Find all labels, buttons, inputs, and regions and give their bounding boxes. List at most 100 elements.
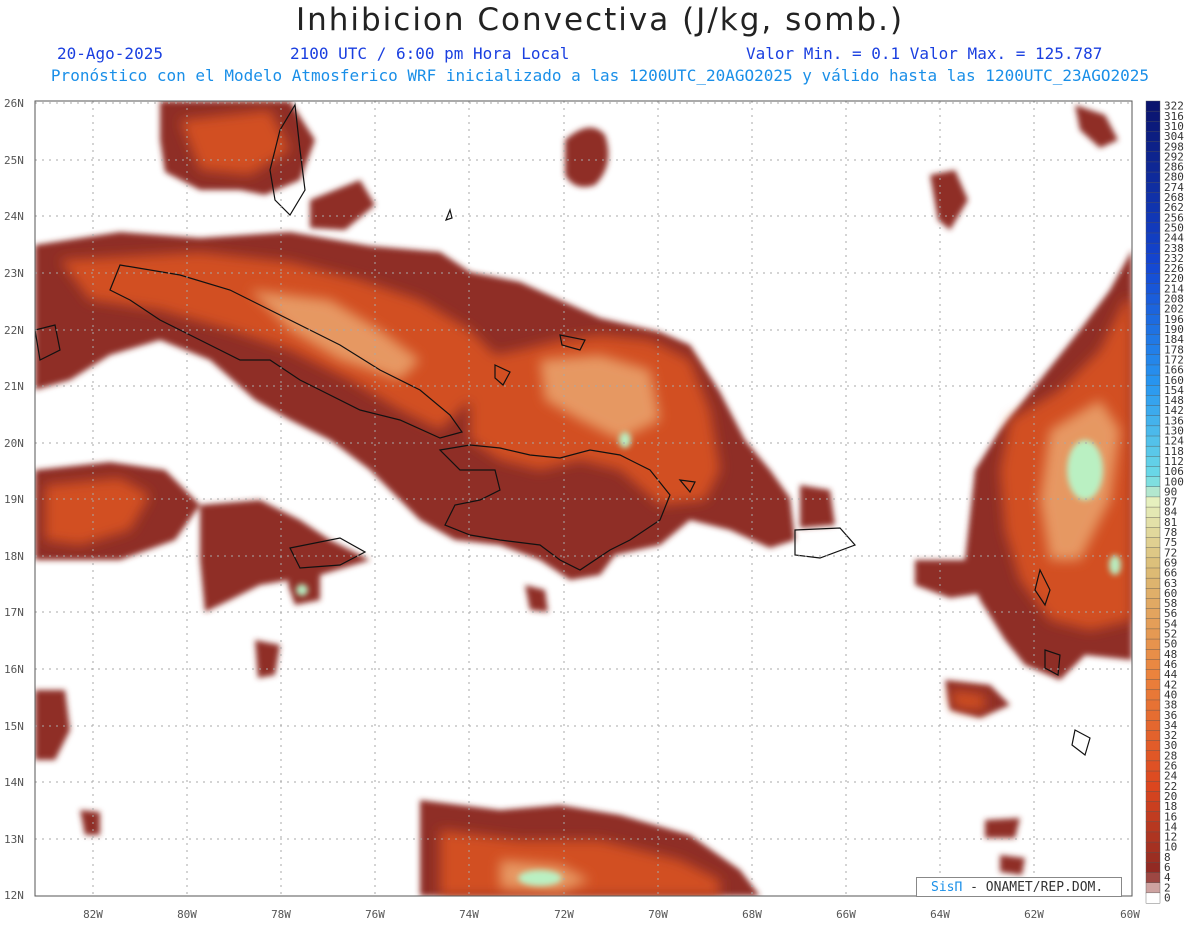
lat-label: 12N bbox=[4, 889, 24, 902]
colorbar-swatch bbox=[1145, 303, 1161, 315]
colorbar-swatch bbox=[1145, 151, 1161, 163]
colorbar-swatch bbox=[1145, 598, 1161, 610]
lon-label: 66W bbox=[836, 908, 856, 921]
colorbar-swatch bbox=[1145, 161, 1161, 173]
colorbar-swatch bbox=[1145, 527, 1161, 539]
sispi-logo: SisΠ bbox=[931, 880, 963, 895]
lat-label: 26N bbox=[4, 97, 24, 110]
colorbar-swatch bbox=[1145, 202, 1161, 214]
colorbar: 3223163103042982922862802742682622562502… bbox=[1145, 100, 1184, 905]
lon-label: 82W bbox=[83, 908, 103, 921]
colorbar-swatch bbox=[1145, 425, 1161, 437]
colorbar-swatch bbox=[1145, 801, 1161, 813]
colorbar-swatch bbox=[1145, 334, 1161, 346]
lon-label: 72W bbox=[554, 908, 574, 921]
colorbar-swatch bbox=[1145, 364, 1161, 376]
colorbar-swatch bbox=[1145, 192, 1161, 204]
lon-label: 74W bbox=[459, 908, 479, 921]
lon-label: 80W bbox=[177, 908, 197, 921]
lat-label: 17N bbox=[4, 606, 24, 619]
colorbar-swatch bbox=[1145, 506, 1161, 518]
colorbar-swatch bbox=[1145, 760, 1161, 772]
colorbar-swatch bbox=[1145, 699, 1161, 711]
colorbar-swatch bbox=[1145, 283, 1161, 295]
lat-label: 20N bbox=[4, 437, 24, 450]
colorbar-swatch bbox=[1145, 882, 1161, 894]
credit-text: - ONAMET/REP.DOM. bbox=[962, 880, 1104, 895]
colorbar-swatch bbox=[1145, 100, 1161, 112]
colorbar-swatch bbox=[1145, 649, 1161, 660]
colorbar-swatch bbox=[1145, 841, 1161, 853]
colorbar-swatch bbox=[1145, 242, 1161, 254]
colorbar-swatch bbox=[1145, 628, 1161, 640]
colorbar-swatch bbox=[1145, 821, 1161, 833]
colorbar-swatch bbox=[1145, 131, 1161, 143]
colorbar-swatch bbox=[1145, 720, 1161, 731]
colorbar-swatch bbox=[1145, 415, 1161, 427]
colorbar-swatch bbox=[1145, 831, 1161, 843]
lon-label: 76W bbox=[365, 908, 385, 921]
colorbar-swatch bbox=[1145, 222, 1161, 234]
colorbar-swatch bbox=[1145, 110, 1161, 122]
lat-label: 19N bbox=[4, 493, 24, 506]
colorbar-swatch bbox=[1145, 608, 1161, 620]
lat-label: 22N bbox=[4, 324, 24, 337]
colorbar-swatch bbox=[1145, 354, 1161, 366]
lon-axis: 82W 80W 78W 76W 74W 72W 70W 68W 66W 64W … bbox=[83, 908, 1140, 921]
colorbar-swatch bbox=[1145, 496, 1161, 508]
lon-label: 70W bbox=[648, 908, 668, 921]
colorbar-swatch bbox=[1145, 313, 1161, 325]
colorbar-swatch bbox=[1145, 537, 1161, 549]
map-canvas: 26N 25N 24N 23N 22N 21N 20N 19N 18N 17N … bbox=[4, 97, 1184, 921]
colorbar-swatch bbox=[1145, 852, 1161, 863]
lat-axis: 26N 25N 24N 23N 22N 21N 20N 19N 18N 17N … bbox=[4, 97, 24, 902]
colorbar-swatch bbox=[1145, 405, 1161, 417]
colorbar-swatch bbox=[1145, 567, 1161, 579]
colorbar-swatch bbox=[1145, 618, 1161, 630]
colorbar-swatch bbox=[1145, 344, 1161, 356]
colorbar-swatch bbox=[1145, 862, 1161, 874]
colorbar-swatch bbox=[1145, 669, 1161, 681]
colorbar-swatch bbox=[1145, 750, 1161, 762]
colorbar-swatch bbox=[1145, 557, 1161, 569]
lon-label: 78W bbox=[271, 908, 291, 921]
colorbar-swatch bbox=[1145, 435, 1161, 447]
colorbar-swatch bbox=[1145, 791, 1161, 802]
colorbar-swatch bbox=[1145, 517, 1161, 528]
lat-label: 16N bbox=[4, 663, 24, 676]
colorbar-swatch bbox=[1145, 445, 1161, 457]
colorbar-swatch bbox=[1145, 486, 1161, 498]
lat-label: 21N bbox=[4, 380, 24, 393]
lon-label: 62W bbox=[1024, 908, 1044, 921]
colorbar-swatch bbox=[1145, 588, 1161, 599]
lat-label: 23N bbox=[4, 267, 24, 280]
colorbar-swatch bbox=[1145, 638, 1161, 650]
colorbar-swatch bbox=[1145, 577, 1161, 589]
lat-label: 25N bbox=[4, 154, 24, 167]
colorbar-swatch bbox=[1145, 892, 1161, 904]
credit-box: SisΠ - ONAMET/REP.DOM. bbox=[916, 877, 1122, 897]
lat-label: 13N bbox=[4, 833, 24, 846]
colorbar-swatch bbox=[1145, 709, 1161, 721]
colorbar-swatch bbox=[1145, 811, 1161, 823]
colorbar-swatch bbox=[1145, 740, 1161, 752]
colorbar-swatch bbox=[1145, 547, 1161, 559]
colorbar-swatch bbox=[1145, 780, 1161, 792]
lat-label: 24N bbox=[4, 210, 24, 223]
colorbar-swatch bbox=[1145, 395, 1161, 407]
colorbar-swatch bbox=[1145, 476, 1161, 488]
colorbar-swatch bbox=[1145, 141, 1161, 153]
lat-label: 15N bbox=[4, 720, 24, 733]
colorbar-swatch bbox=[1145, 466, 1161, 478]
lat-label: 14N bbox=[4, 776, 24, 789]
colorbar-swatch bbox=[1145, 770, 1161, 782]
colorbar-swatch bbox=[1145, 253, 1161, 264]
colorbar-swatch bbox=[1145, 263, 1161, 275]
colorbar-swatch bbox=[1145, 324, 1161, 335]
colorbar-swatch bbox=[1145, 273, 1161, 285]
colorbar-swatch bbox=[1145, 171, 1161, 183]
lon-label: 68W bbox=[742, 908, 762, 921]
colorbar-swatch bbox=[1145, 730, 1161, 742]
colorbar-swatch bbox=[1145, 232, 1161, 244]
colorbar-swatch bbox=[1145, 385, 1161, 396]
